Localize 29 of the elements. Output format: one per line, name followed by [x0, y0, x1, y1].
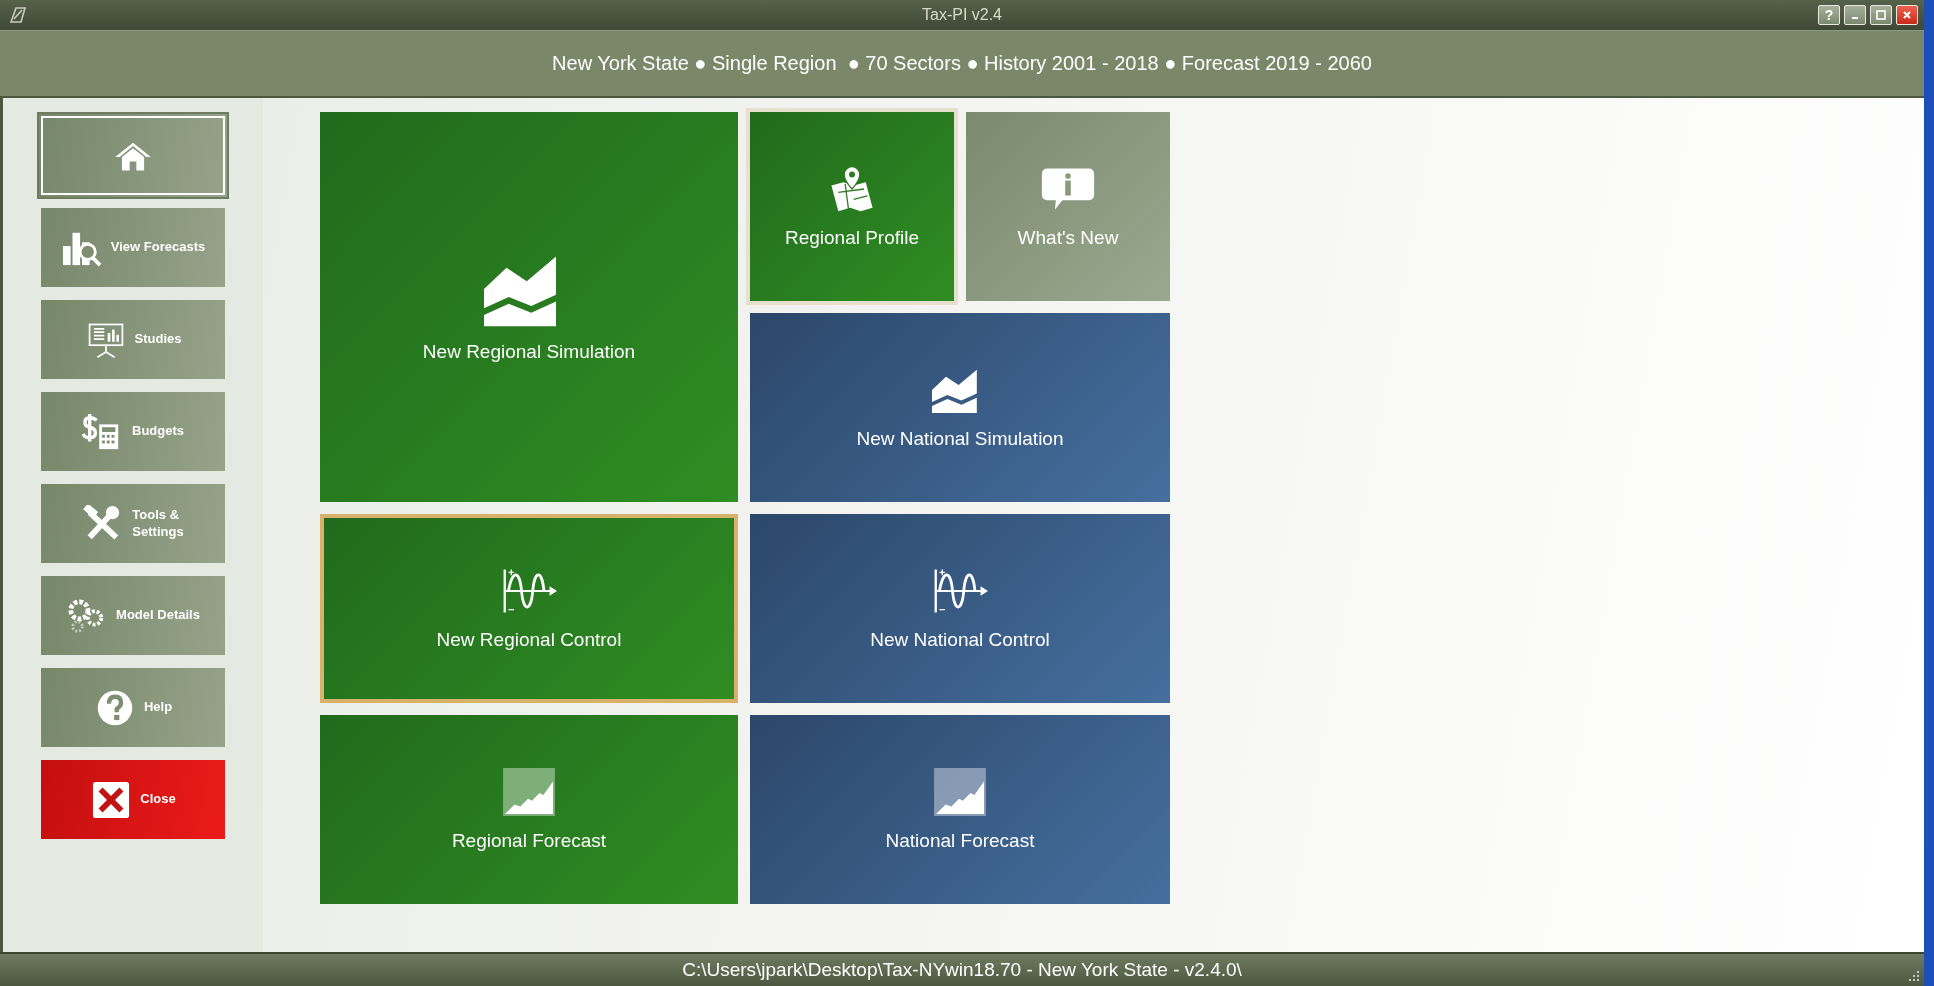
tile-button[interactable]: National Forecast [750, 715, 1170, 904]
sidebar-button[interactable]: Budgets [41, 392, 225, 471]
model-summary: New York State ● Single Region ● 70 Sectors ● History 2001 - 2018 ● Forecast 2019 - 2060 [552, 52, 1372, 75]
app-icon [8, 5, 28, 25]
home-button[interactable] [37, 112, 229, 199]
tile-button[interactable]: New National Simulation [750, 313, 1170, 502]
sidebar-button[interactable]: Help [41, 668, 225, 747]
maximize-button[interactable] [1870, 5, 1892, 25]
rising-area-chart-icon [932, 767, 988, 816]
maximize-icon [1876, 10, 1886, 20]
close-icon [1902, 10, 1912, 20]
resize-grip-icon [1908, 970, 1920, 982]
minimize-icon [1852, 17, 1858, 19]
tile-button[interactable]: What's New [966, 112, 1170, 301]
tile-button[interactable]: New National Control [750, 514, 1170, 703]
sidebar-button[interactable]: View Forecasts [41, 208, 225, 287]
tile-button[interactable]: New Regional Control [320, 514, 738, 703]
sidebar-button[interactable]: Tools & Settings [41, 484, 225, 563]
sidebar-button[interactable]: Close [41, 760, 225, 839]
minimize-button[interactable] [1844, 5, 1866, 25]
file-path: C:\Users\jpark\Desktop\Tax-NYwin18.70 - New York State - v2.4.0\ [682, 959, 1242, 981]
sidebar-button[interactable]: Model Details [41, 576, 225, 655]
tile-button[interactable]: Regional Forecast [320, 715, 738, 904]
window-title: Tax-PI v2.4 [922, 6, 1002, 24]
tile-button[interactable]: New Regional Simulation [320, 112, 738, 502]
close-button[interactable] [1896, 5, 1918, 25]
rising-area-chart-icon [501, 767, 557, 816]
sidebar-button[interactable]: Studies [41, 300, 225, 379]
help-button[interactable]: ? [1818, 5, 1840, 25]
